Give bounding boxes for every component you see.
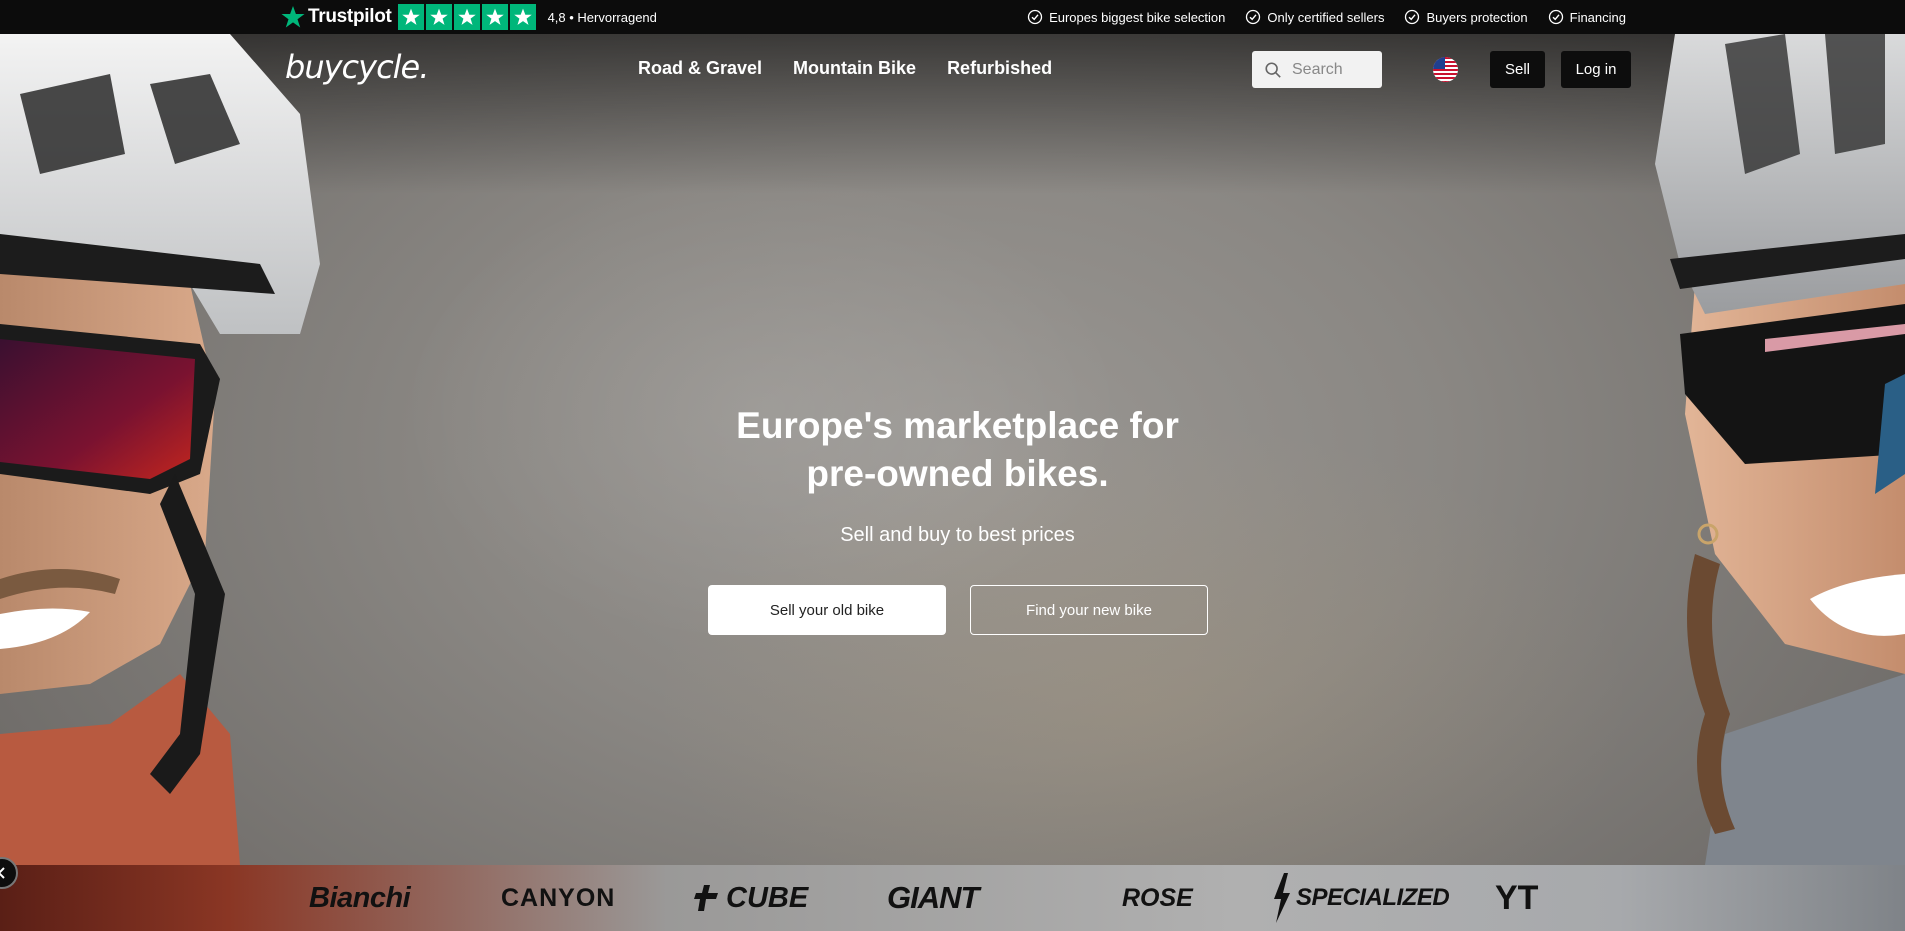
star-icon bbox=[453, 4, 480, 30]
trustpilot-widget[interactable]: Trustpilot 4,8 • Hervorragend bbox=[281, 4, 657, 30]
star-icon bbox=[481, 4, 508, 30]
login-button[interactable]: Log in bbox=[1561, 51, 1631, 88]
usp-item: Buyers protection bbox=[1404, 9, 1528, 25]
search-box[interactable] bbox=[1252, 51, 1382, 88]
usp-list: Europes biggest bike selection Only cert… bbox=[1027, 0, 1626, 34]
main-menu: Road & Gravel Mountain Bike Refurbished bbox=[638, 58, 1052, 79]
hero-section: Europe's marketplace for pre-owned bikes… bbox=[0, 34, 1905, 865]
brand-logo-rose[interactable]: ROSE bbox=[1122, 865, 1193, 931]
sell-your-bike-button[interactable]: Sell your old bike bbox=[708, 585, 946, 635]
brand-logo-specialized[interactable]: SPECIALIZED bbox=[1270, 865, 1450, 931]
usp-item: Europes biggest bike selection bbox=[1027, 9, 1225, 25]
usp-item: Financing bbox=[1548, 9, 1626, 25]
trust-bar: Trustpilot 4,8 • Hervorragend Europes bi… bbox=[0, 0, 1905, 34]
trustpilot-brand: Trustpilot bbox=[308, 6, 392, 27]
chevron-left-icon bbox=[0, 867, 5, 879]
brand-logo-giant[interactable]: GIANT bbox=[887, 865, 979, 931]
star-icon bbox=[509, 4, 536, 30]
menu-road-gravel[interactable]: Road & Gravel bbox=[638, 58, 762, 79]
hero-title-line-1: Europe's marketplace for bbox=[736, 405, 1179, 446]
trustpilot-logo: Trustpilot bbox=[281, 5, 392, 29]
menu-mountain-bike[interactable]: Mountain Bike bbox=[793, 58, 916, 79]
specialized-mark-icon bbox=[1274, 873, 1290, 923]
usp-item: Only certified sellers bbox=[1245, 9, 1384, 25]
check-circle-icon bbox=[1246, 9, 1261, 25]
brand-logo-strip: Bianchi CANYON CUBE GIANT ROSE SPECIALIZ… bbox=[0, 865, 1905, 931]
find-your-bike-button[interactable]: Find your new bike bbox=[970, 585, 1208, 635]
hero-title-line-2: pre-owned bikes. bbox=[806, 453, 1109, 494]
cube-mark-icon bbox=[694, 885, 718, 911]
brand-logo-canyon[interactable]: CANYON bbox=[501, 865, 615, 931]
brand-logo-specialized-text: SPECIALIZED bbox=[1296, 884, 1450, 911]
search-icon bbox=[1265, 61, 1281, 78]
trustpilot-star-icon bbox=[281, 6, 305, 28]
hero-title: Europe's marketplace for pre-owned bikes… bbox=[0, 402, 1905, 498]
sell-button[interactable]: Sell bbox=[1490, 51, 1545, 88]
trustpilot-rating: 4,8 • Hervorragend bbox=[547, 9, 657, 25]
star-icon bbox=[397, 4, 424, 30]
brand-logo-bianchi[interactable]: Bianchi bbox=[309, 865, 411, 931]
usp-label: Financing bbox=[1569, 9, 1626, 25]
trustpilot-stars bbox=[397, 4, 536, 30]
check-circle-icon bbox=[1405, 9, 1420, 25]
brand-logo-cube[interactable]: CUBE bbox=[694, 865, 808, 931]
brand-logo-cube-text: CUBE bbox=[726, 881, 809, 914]
brand-logo-yt[interactable]: YT bbox=[1495, 865, 1538, 931]
us-flag-icon[interactable] bbox=[1433, 57, 1458, 82]
buycycle-logo[interactable]: buycycle. bbox=[285, 48, 429, 86]
star-icon bbox=[425, 4, 452, 30]
search-input[interactable] bbox=[1292, 60, 1372, 79]
menu-refurbished[interactable]: Refurbished bbox=[947, 58, 1052, 79]
main-header: buycycle. Road & Gravel Mountain Bike Re… bbox=[0, 34, 1905, 104]
check-circle-icon bbox=[1027, 9, 1043, 25]
usp-label: Buyers protection bbox=[1426, 9, 1528, 25]
usp-label: Europes biggest bike selection bbox=[1049, 9, 1226, 25]
usp-label: Only certified sellers bbox=[1267, 9, 1385, 25]
hero-subtitle: Sell and buy to best prices bbox=[840, 524, 1075, 546]
check-circle-icon bbox=[1548, 9, 1563, 25]
